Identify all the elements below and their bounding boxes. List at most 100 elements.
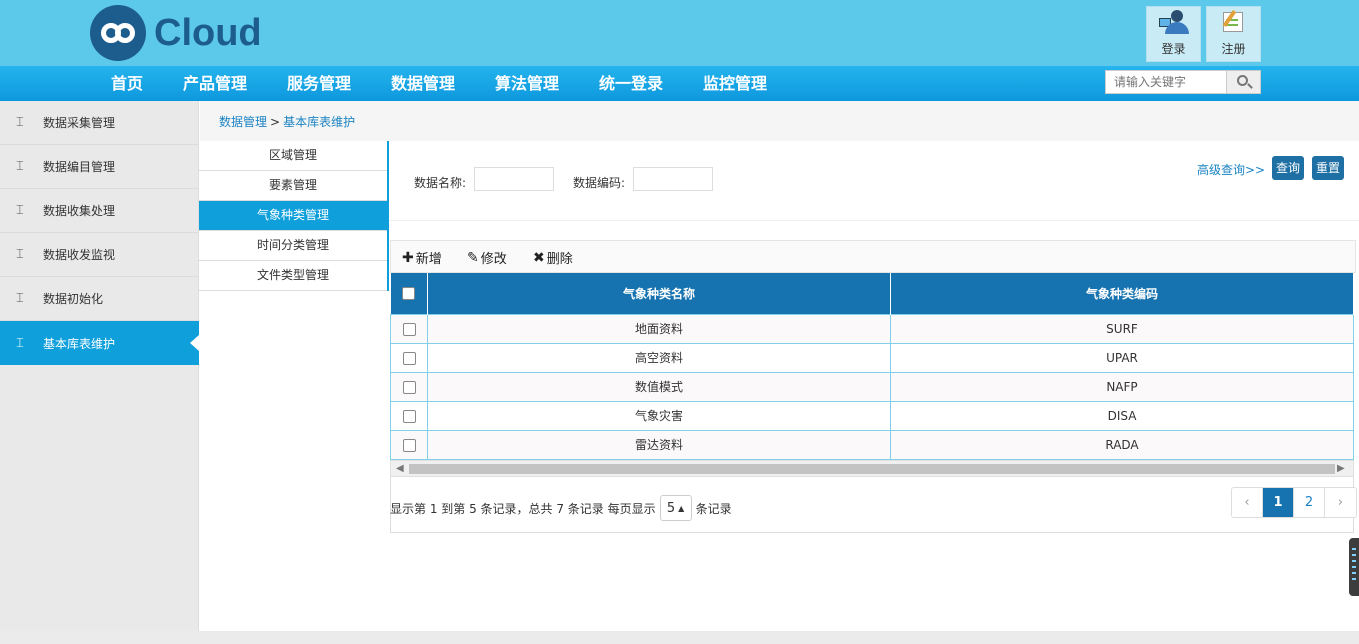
row-checkbox[interactable]	[402, 322, 416, 336]
row-name-cell: 地面资料	[427, 313, 891, 344]
search-input[interactable]	[1106, 71, 1226, 93]
pagination-info: 显示第 1 到第 5 条记录，总共 7 条记录 每页显示 5 ▲ 条记录	[390, 495, 732, 521]
sidebar-item-data-collection[interactable]: ⌶ 数据采集管理	[0, 101, 199, 145]
table-row[interactable]: 气象灾害 DISA	[390, 400, 1354, 431]
prev-page-button[interactable]: ‹	[1232, 488, 1263, 517]
table-row[interactable]: 地面资料 SURF	[390, 313, 1354, 344]
module-icon: ⌶	[16, 247, 24, 262]
breadcrumb-separator: >	[270, 115, 281, 129]
row-checkbox[interactable]	[402, 380, 416, 394]
sidebar-item-label: 数据编目管理	[43, 160, 116, 174]
plus-icon: ✚	[402, 249, 414, 266]
page-button-2[interactable]: 2	[1294, 488, 1325, 517]
module-icon: ⌶	[16, 335, 24, 351]
add-button[interactable]: ✚ 新增	[402, 248, 442, 268]
next-page-button[interactable]: ›	[1325, 488, 1356, 517]
pagination-info-suffix: 条记录	[695, 501, 732, 516]
submenu-item-time-category[interactable]: 时间分类管理	[199, 231, 387, 261]
row-select-cell	[390, 371, 428, 402]
row-name-cell: 数值模式	[427, 371, 891, 402]
nav-item-monitoring[interactable]: 监控管理	[703, 66, 767, 101]
breadcrumb-parent[interactable]: 数据管理	[219, 115, 267, 129]
sidebar-item-data-processing[interactable]: ⌶ 数据收集处理	[0, 189, 199, 233]
advanced-search-link[interactable]: 高级查询>>	[1197, 161, 1265, 178]
horizontal-scrollbar[interactable]: ◀ ▶	[390, 460, 1354, 477]
login-button[interactable]: 登录	[1146, 6, 1201, 62]
submenu-item-region[interactable]: 区域管理	[199, 141, 387, 171]
register-label: 注册	[1221, 42, 1246, 56]
row-checkbox[interactable]	[402, 409, 416, 423]
delete-label: 删除	[546, 252, 573, 267]
table-row[interactable]: 数值模式 NAFP	[390, 371, 1354, 402]
page-size-select[interactable]: 5 ▲	[659, 495, 692, 521]
user-icon	[1158, 10, 1189, 34]
pencil-icon: ✎	[467, 249, 479, 266]
close-icon: ✖	[533, 249, 545, 266]
table-row[interactable]: 雷达资料 RADA	[390, 429, 1354, 460]
search-button[interactable]	[1226, 71, 1260, 93]
sidebar-item-data-init[interactable]: ⌶ 数据初始化	[0, 277, 199, 321]
edit-button[interactable]: ✎ 修改	[467, 248, 507, 268]
row-select-cell	[390, 342, 428, 373]
table-toolbar: ✚ 新增 ✎ 修改 ✖ 删除	[390, 240, 1356, 273]
module-icon: ⌶	[16, 115, 24, 130]
submenu-item-element[interactable]: 要素管理	[199, 171, 387, 201]
row-select-cell	[390, 429, 428, 460]
register-button[interactable]: 注册	[1206, 6, 1261, 62]
row-select-cell	[390, 313, 428, 344]
row-select-cell	[390, 400, 428, 431]
row-code-cell: SURF	[890, 313, 1354, 344]
nav-item-sso[interactable]: 统一登录	[599, 66, 663, 101]
row-code-cell: NAFP	[890, 371, 1354, 402]
page-button-1[interactable]: 1	[1263, 488, 1294, 517]
scrollbar-thumb[interactable]	[409, 464, 1335, 474]
row-code-cell: RADA	[890, 429, 1354, 460]
main-nav: 首页 产品管理 服务管理 数据管理 算法管理 统一登录 监控管理	[0, 66, 1359, 101]
select-all-checkbox[interactable]	[402, 287, 416, 301]
data-code-input[interactable]	[633, 167, 713, 191]
divider	[390, 532, 1354, 533]
scroll-right-icon[interactable]: ▶	[1337, 463, 1345, 474]
caret-up-icon: ▲	[678, 503, 685, 513]
nav-item-services[interactable]: 服务管理	[287, 66, 351, 101]
row-checkbox[interactable]	[402, 351, 416, 365]
logo[interactable]: Cloud	[90, 5, 262, 61]
data-name-input[interactable]	[474, 167, 554, 191]
column-header-name[interactable]: 气象种类名称	[427, 273, 891, 314]
add-label: 新增	[415, 252, 442, 267]
header: Cloud 登录 注册	[0, 0, 1359, 66]
search-query-button[interactable]: 查询	[1272, 156, 1304, 180]
nav-item-algorithms[interactable]: 算法管理	[495, 66, 559, 101]
submenu: 区域管理 要素管理 气象种类管理 时间分类管理 文件类型管理	[199, 141, 389, 291]
sidebar: ⌶ 数据采集管理 ⌶ 数据编目管理 ⌶ 数据收集处理 ⌶ 数据收发监视 ⌶ 数据…	[0, 101, 199, 631]
reset-button[interactable]: 重置	[1312, 156, 1344, 180]
sidebar-item-label: 数据收集处理	[43, 204, 116, 218]
sidebar-item-basic-tables[interactable]: ⌶ 基本库表维护	[0, 321, 199, 365]
sidebar-item-label: 基本库表维护	[43, 336, 116, 351]
breadcrumb-bar: 数据管理 > 基本库表维护	[200, 101, 1359, 141]
data-code-label: 数据编码:	[573, 176, 626, 190]
floating-widget[interactable]	[1349, 538, 1359, 596]
logo-text: Cloud	[154, 11, 262, 54]
nav-item-home[interactable]: 首页	[111, 66, 143, 101]
row-checkbox[interactable]	[402, 438, 416, 452]
pagination: ‹ 1 2 ›	[1231, 487, 1357, 518]
nav-item-data[interactable]: 数据管理	[391, 66, 455, 101]
nav-item-products[interactable]: 产品管理	[183, 66, 247, 101]
row-name-cell: 高空资料	[427, 342, 891, 373]
scroll-left-icon[interactable]: ◀	[396, 463, 404, 474]
submenu-item-weather-category[interactable]: 气象种类管理	[199, 201, 387, 231]
row-code-cell: UPAR	[890, 342, 1354, 373]
pagination-info-prefix: 显示第 1 到第 5 条记录，总共 7 条记录 每页显示	[390, 501, 656, 516]
table-row[interactable]: 高空资料 UPAR	[390, 342, 1354, 373]
sidebar-item-data-catalog[interactable]: ⌶ 数据编目管理	[0, 145, 199, 189]
submenu-item-file-type[interactable]: 文件类型管理	[199, 261, 387, 291]
page-size-value: 5	[666, 500, 676, 516]
sidebar-item-data-monitoring[interactable]: ⌶ 数据收发监视	[0, 233, 199, 277]
sidebar-item-label: 数据采集管理	[43, 116, 116, 130]
footer-strip	[0, 631, 1359, 644]
breadcrumb: 数据管理 > 基本库表维护	[219, 113, 355, 130]
column-header-code[interactable]: 气象种类编码	[890, 273, 1354, 314]
query-panel: 数据名称: 数据编码: 高级查询>> 查询 重置	[390, 141, 1359, 221]
delete-button[interactable]: ✖ 删除	[533, 248, 573, 268]
